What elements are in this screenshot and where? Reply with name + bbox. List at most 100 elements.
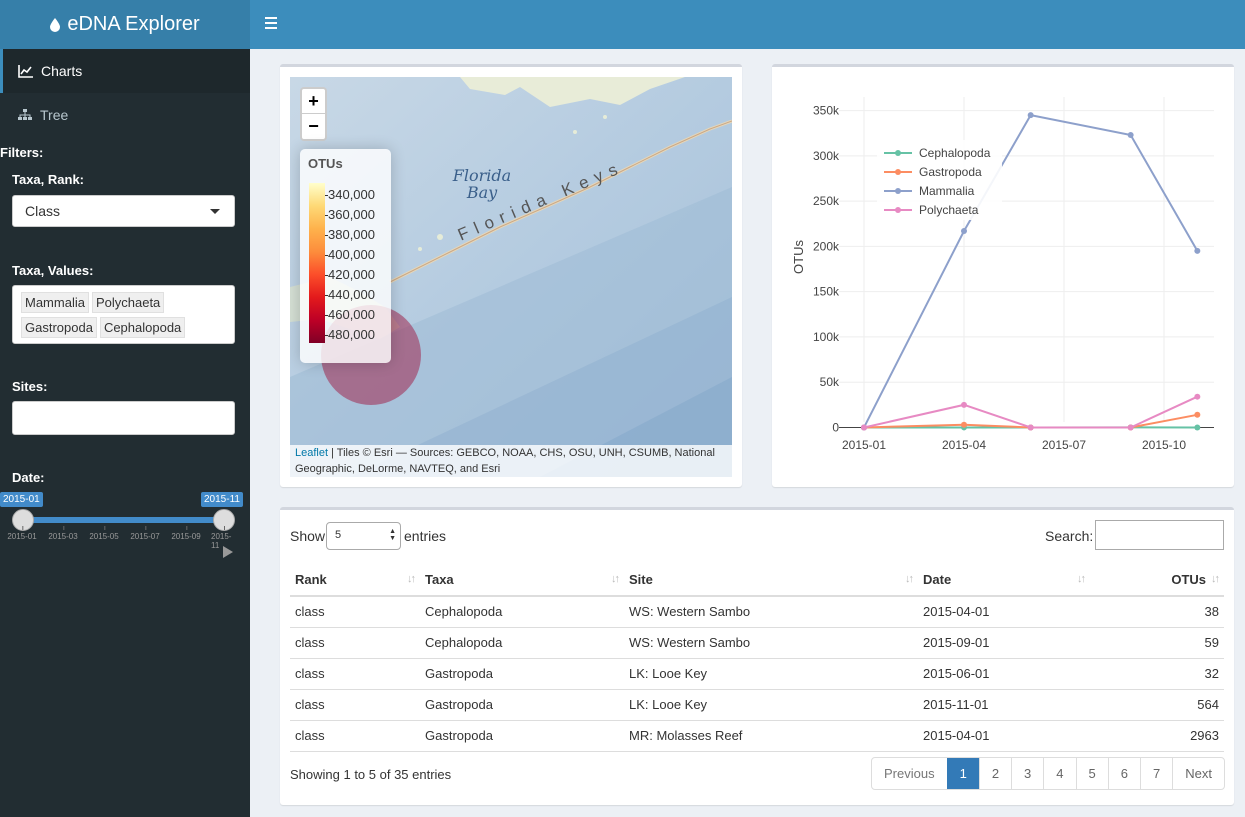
legend-color-bar [309,183,325,343]
table-header-row: Rank ↓↑ Taxa ↓↑ Site ↓↑ Date ↓↑ OTUs ↓↑ [290,563,1224,597]
pagination-page[interactable]: 5 [1075,758,1108,789]
column-header-rank[interactable]: Rank ↓↑ [290,563,420,597]
map-label-line: Florida [452,166,512,185]
cell-otus: 38 [1090,596,1224,628]
data-point [961,421,967,428]
cell-date: 2015-04-01 [918,596,1090,628]
data-point [1194,411,1201,418]
y-tick-label: 200k [813,239,840,253]
column-header-label: Date [923,571,952,587]
column-header-date[interactable]: Date ↓↑ [918,563,1090,597]
cell-date: 2015-04-01 [918,720,1090,752]
cell-taxa: Cephalopoda [420,627,624,659]
show-label: Show [290,528,326,544]
taxa-values-input[interactable]: Mammalia Polychaeta Gastropoda Cephalopo… [12,285,235,344]
map[interactable]: Florida Bay Florida Keys + − OTUs 340,00… [290,77,732,477]
sidebar-item-charts[interactable]: Charts [0,49,250,93]
legend-swatch-marker [895,150,901,156]
table-row[interactable]: class Gastropoda LK: Looe Key 2015-06-01… [290,658,1224,690]
search-input[interactable] [1095,520,1224,550]
pagination-previous[interactable]: Previous [872,758,947,789]
sitemap-icon [18,109,32,120]
sort-icon: ↓↑ [905,573,914,585]
sort-icon: ↓↑ [611,573,620,585]
table-row[interactable]: class Cephalopoda WS: Western Sambo 2015… [290,627,1224,659]
y-tick-label: 100k [813,330,840,344]
y-tick-label: 50k [820,375,840,389]
taxa-tag[interactable]: Polychaeta [91,292,165,313]
taxa-tag[interactable]: Cephalopoda [99,317,186,338]
play-icon[interactable] [223,546,233,558]
cell-otus: 2963 [1090,720,1224,752]
legend-entry: Polychaeta [919,203,979,217]
taxa-values-label: Taxa, Values: [12,263,94,278]
map-label-line: Bay [466,183,498,202]
slider-tick: 2015-03 [48,526,78,541]
zoom-in-button[interactable]: + [302,89,325,114]
data-point [961,228,967,234]
otus-line-chart[interactable]: 0 50k 100k 150k 200k 250k 300k 350k 2015-01 2015-… [772,67,1234,487]
column-header-taxa[interactable]: Taxa ↓↑ [420,563,624,597]
pagination-page[interactable]: 6 [1107,758,1140,789]
date-from-label: 2015-01 [0,492,43,507]
y-tick-label: 250k [813,194,840,208]
leaflet-link[interactable]: Leaflet [295,447,328,459]
sidebar-toggle-icon[interactable] [265,17,277,29]
app-logo[interactable]: eDNA Explorer [0,0,250,49]
column-header-site[interactable]: Site ↓↑ [624,563,918,597]
taxa-tag[interactable]: Mammalia [21,292,89,313]
taxa-rank-value: Class [25,203,61,219]
date-slider-track[interactable] [22,517,224,523]
cell-taxa: Gastropoda [420,689,624,721]
taxa-rank-label: Taxa, Rank: [12,172,85,187]
cell-rank: class [290,596,420,628]
cell-otus: 59 [1090,627,1224,659]
pagination-page[interactable]: 3 [1011,758,1043,789]
date-slider-from-handle[interactable] [12,509,34,531]
cell-date: 2015-11-01 [918,689,1090,721]
series-line-polychaeta [863,395,1198,429]
cell-site: LK: Looe Key [624,689,918,721]
legend-label: 420,000 [325,267,375,282]
table-row[interactable]: class Gastropoda MR: Molasses Reef 2015-… [290,720,1224,752]
taxa-rank-select[interactable]: Class [12,195,235,227]
cell-rank: class [290,627,420,659]
zoom-out-button[interactable]: − [302,114,325,139]
sites-input[interactable] [12,401,235,435]
pagination: Previous 1 2 3 4 5 6 7 Next [871,757,1225,790]
slider-tick: 2015-09 [171,526,201,541]
select-arrows-icon: ▲ ▼ [389,528,396,542]
x-tick-label: 2015-01 [842,438,886,452]
pagination-page[interactable]: 2 [978,758,1011,789]
pagination-page[interactable]: 1 [946,758,979,789]
y-tick-label: 0 [832,420,839,434]
cell-otus: 32 [1090,658,1224,690]
date-label: Date: [12,470,45,485]
taxa-tag[interactable]: Gastropoda [21,317,97,338]
cell-date: 2015-09-01 [918,627,1090,659]
sort-icon: ↓↑ [1077,573,1086,585]
table-info: Showing 1 to 5 of 35 entries [290,767,452,782]
sidebar-item-tree[interactable]: Tree [0,93,250,137]
data-point [1127,132,1134,139]
pagination-page[interactable]: 4 [1043,758,1075,789]
sidebar-item-label: Charts [41,63,83,79]
table-row[interactable]: class Cephalopoda WS: Western Sambo 2015… [290,596,1224,628]
page-length-value: 5 [335,529,342,541]
sort-icon: ↓↑ [407,573,416,585]
cell-site: LK: Looe Key [624,658,918,690]
table-row[interactable]: class Gastropoda LK: Looe Key 2015-11-01… [290,689,1224,721]
data-point [1027,112,1034,119]
legend-label: 340,000 [325,187,375,202]
data-table: Rank ↓↑ Taxa ↓↑ Site ↓↑ Date ↓↑ OTUs ↓↑ class… [290,563,1224,752]
cell-taxa: Gastropoda [420,720,624,752]
pagination-next[interactable]: Next [1172,758,1224,789]
page-length-select[interactable]: 5 ▲ ▼ [326,522,401,550]
slider-tick: 2015-01 [7,526,37,541]
cell-site: WS: Western Sambo [624,627,918,659]
pagination-page[interactable]: 7 [1139,758,1172,789]
column-header-otus[interactable]: OTUs ↓↑ [1090,563,1224,597]
app-title: eDNA Explorer [67,13,200,35]
legend-swatch-marker [895,169,901,175]
legend-entry: Gastropoda [919,165,982,179]
